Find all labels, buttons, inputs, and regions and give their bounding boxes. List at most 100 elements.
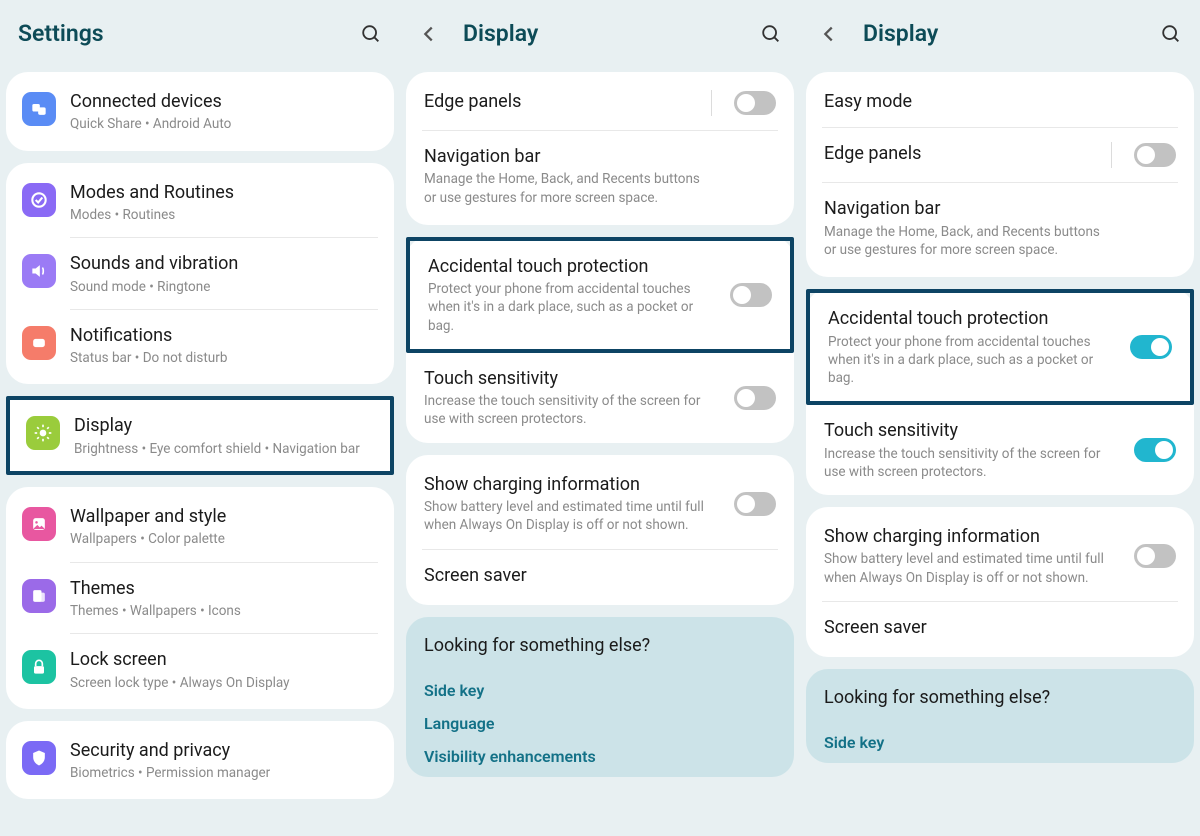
- row-notifications[interactable]: Notifications Status bar • Do not disturb: [6, 310, 394, 381]
- row-easy-mode[interactable]: Easy mode: [806, 76, 1194, 127]
- row-sub: Biometrics • Permission manager: [70, 764, 378, 782]
- display-group-1: Edge panels Navigation barManage the Hom…: [406, 72, 794, 225]
- search-icon[interactable]: [360, 23, 382, 45]
- row-title: Easy mode: [824, 90, 1176, 113]
- charging-info-toggle[interactable]: [1134, 544, 1176, 568]
- row-title: Touch sensitivity: [424, 367, 726, 390]
- link-language[interactable]: Language: [424, 707, 776, 740]
- row-sub: Status bar • Do not disturb: [70, 349, 378, 367]
- row-sub: Protect your phone from accidental touch…: [828, 333, 1118, 388]
- row-sub: Increase the touch sensitivity of the sc…: [824, 445, 1114, 481]
- row-title: Lock screen: [70, 648, 378, 671]
- row-security[interactable]: Security and privacy Biometrics • Permiss…: [6, 725, 394, 796]
- row-screen-saver[interactable]: Screen saver: [806, 602, 1194, 653]
- row-title: Connected devices: [70, 90, 378, 113]
- row-navigation-bar[interactable]: Navigation barManage the Home, Back, and…: [406, 131, 794, 221]
- row-touch-sensitivity[interactable]: Touch sensitivityIncrease the touch sens…: [406, 353, 794, 443]
- header: Display: [800, 0, 1200, 72]
- header: Settings: [0, 0, 400, 72]
- edge-panels-toggle[interactable]: [734, 91, 776, 115]
- settings-group-display-highlighted: Display Brightness • Eye comfort shield •…: [6, 396, 394, 475]
- settings-group-1: Connected devices Quick Share • Android …: [6, 72, 394, 151]
- row-sub: Brightness • Eye comfort shield • Naviga…: [74, 440, 374, 458]
- row-sub: Themes • Wallpapers • Icons: [70, 602, 378, 620]
- row-sub: Show battery level and estimated time un…: [824, 550, 1114, 586]
- row-title: Modes and Routines: [70, 181, 378, 204]
- display-group-3: Show charging informationShow battery le…: [806, 507, 1194, 657]
- row-sub: Protect your phone from accidental touch…: [428, 280, 718, 335]
- row-charging-info[interactable]: Show charging informationShow battery le…: [806, 511, 1194, 601]
- settings-group-2: Modes and Routines Modes • Routines Sound…: [6, 163, 394, 385]
- display-screen-after: Display Easy mode Edge panels Navigation…: [800, 0, 1200, 836]
- row-title: Touch sensitivity: [824, 419, 1126, 442]
- accidental-touch-toggle[interactable]: [1130, 335, 1172, 359]
- row-lockscreen[interactable]: Lock screen Screen lock type • Always On …: [6, 634, 394, 705]
- row-title: Accidental touch protection: [428, 255, 722, 278]
- row-sounds[interactable]: Sounds and vibrationSound mode • Rington…: [6, 238, 394, 309]
- link-side-key[interactable]: Side key: [824, 726, 1176, 759]
- row-touch-sensitivity[interactable]: Touch sensitivity Increase the touch sens…: [806, 405, 1194, 495]
- link-side-key[interactable]: Side key: [424, 674, 776, 707]
- separator: [1111, 142, 1112, 168]
- shield-icon: [22, 741, 56, 775]
- row-sub: Wallpapers • Color palette: [70, 530, 378, 548]
- row-edge-panels[interactable]: Edge panels: [806, 128, 1194, 182]
- row-sub: Modes • Routines: [70, 206, 378, 224]
- looking-card: Looking for something else? Side key Lan…: [406, 617, 794, 777]
- row-title: Navigation bar: [824, 197, 1176, 220]
- page-title: Display: [463, 20, 760, 47]
- header: Display: [400, 0, 800, 72]
- separator: [711, 90, 712, 116]
- row-charging-info[interactable]: Show charging informationShow battery le…: [406, 459, 794, 549]
- display-group-2: Accidental touch protectionProtect your …: [406, 237, 794, 443]
- row-title: Sounds and vibration: [70, 252, 378, 275]
- row-modes-routines[interactable]: Modes and Routines Modes • Routines: [6, 167, 394, 238]
- sounds-icon: [22, 254, 56, 288]
- back-icon[interactable]: [418, 23, 440, 45]
- row-wallpaper[interactable]: Wallpaper and styleWallpapers • Color pa…: [6, 491, 394, 562]
- search-icon[interactable]: [1160, 23, 1182, 45]
- display-group-2: Accidental touch protectionProtect your …: [806, 289, 1194, 495]
- themes-icon: [22, 579, 56, 613]
- notifications-icon: [22, 326, 56, 360]
- row-accidental-touch[interactable]: Accidental touch protectionProtect your …: [410, 241, 790, 349]
- row-accidental-touch[interactable]: Accidental touch protectionProtect your …: [810, 293, 1190, 401]
- row-title: Show charging information: [424, 473, 726, 496]
- row-title: Navigation bar: [424, 145, 776, 168]
- row-themes[interactable]: Themes Themes • Wallpapers • Icons: [6, 563, 394, 634]
- row-title: Screen saver: [824, 616, 1176, 639]
- accidental-touch-toggle[interactable]: [730, 283, 772, 307]
- link-visibility[interactable]: Visibility enhancements: [424, 740, 776, 773]
- search-icon[interactable]: [760, 23, 782, 45]
- row-navigation-bar[interactable]: Navigation barManage the Home, Back, and…: [806, 183, 1194, 273]
- row-title: Edge panels: [424, 90, 707, 113]
- row-sub: Quick Share • Android Auto: [70, 115, 378, 133]
- display-group-3: Show charging informationShow battery le…: [406, 455, 794, 605]
- touch-sensitivity-toggle[interactable]: [1134, 438, 1176, 462]
- looking-title: Looking for something else?: [424, 635, 776, 656]
- row-title: Notifications: [70, 324, 378, 347]
- modes-icon: [22, 183, 56, 217]
- row-sub: Screen lock type • Always On Display: [70, 674, 378, 692]
- display-group-1: Easy mode Edge panels Navigation barMana…: [806, 72, 1194, 277]
- lock-icon: [22, 650, 56, 684]
- row-display[interactable]: Display Brightness • Eye comfort shield •…: [10, 400, 390, 471]
- row-title: Themes: [70, 577, 378, 600]
- row-title: Show charging information: [824, 525, 1126, 548]
- charging-info-toggle[interactable]: [734, 492, 776, 516]
- connected-devices-icon: [22, 92, 56, 126]
- row-title: Display: [74, 414, 374, 437]
- settings-group-3: Wallpaper and styleWallpapers • Color pa…: [6, 487, 394, 709]
- display-icon: [26, 416, 60, 450]
- row-title: Security and privacy: [70, 739, 378, 762]
- touch-sensitivity-toggle[interactable]: [734, 386, 776, 410]
- row-connected-devices[interactable]: Connected devices Quick Share • Android …: [6, 76, 394, 147]
- looking-title: Looking for something else?: [824, 687, 1176, 708]
- row-sub: Increase the touch sensitivity of the sc…: [424, 392, 714, 428]
- edge-panels-toggle[interactable]: [1134, 143, 1176, 167]
- row-screen-saver[interactable]: Screen saver: [406, 550, 794, 601]
- back-icon[interactable]: [818, 23, 840, 45]
- row-title: Edge panels: [824, 142, 1107, 165]
- page-title: Display: [863, 20, 1160, 47]
- row-edge-panels[interactable]: Edge panels: [406, 76, 794, 130]
